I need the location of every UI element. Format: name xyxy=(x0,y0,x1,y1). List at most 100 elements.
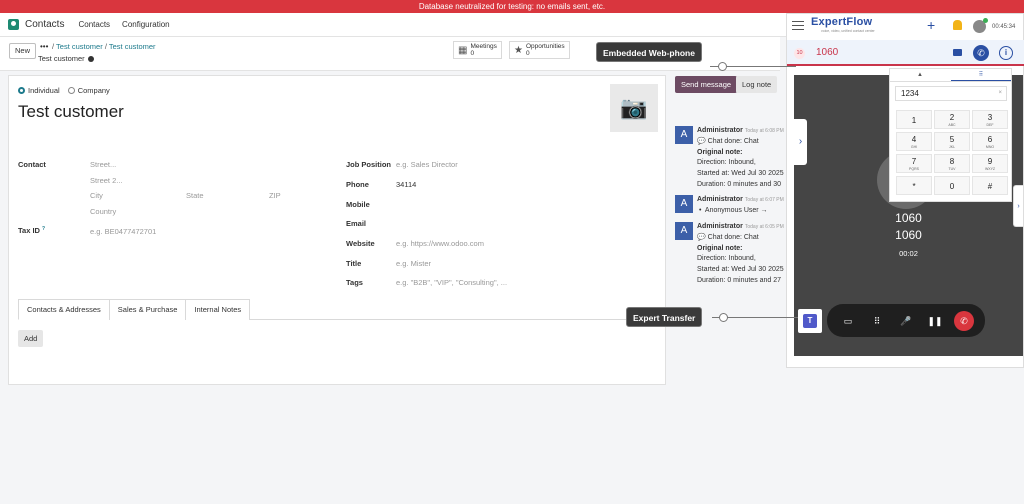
street2-input[interactable]: Street 2... xyxy=(90,176,123,185)
dial-key-letters: ABC xyxy=(948,123,956,127)
state-input[interactable]: State xyxy=(186,191,204,200)
tab-user-icon[interactable]: ▲ xyxy=(890,69,950,81)
title-label: Title xyxy=(346,259,362,268)
star-icon: ★ xyxy=(514,44,523,56)
breadcrumb: / Test customer / Test customer xyxy=(52,42,156,51)
record-name: Test customer xyxy=(38,54,94,63)
add-contact-button[interactable]: Add xyxy=(18,330,44,347)
info-icon[interactable]: i xyxy=(999,46,1013,60)
clear-icon[interactable]: × xyxy=(998,87,1002,100)
dial-key[interactable]: 6 MNO xyxy=(972,132,1008,151)
record-name-text: Test customer xyxy=(38,54,85,63)
dial-key[interactable]: # xyxy=(972,176,1008,195)
pause-icon[interactable]: ❚❚ xyxy=(925,311,945,331)
camera-icon[interactable]: 📷 xyxy=(610,84,658,132)
mobile-label: Mobile xyxy=(346,200,370,209)
breadcrumb-item-1[interactable]: Test customer xyxy=(56,42,103,51)
chevron-right-icon[interactable]: › xyxy=(794,119,807,165)
dial-key[interactable]: 7 PQRS xyxy=(896,154,932,173)
message-author[interactable]: Administrator xyxy=(697,196,743,203)
phone-input[interactable]: 34114 xyxy=(396,180,416,189)
screen-share-icon[interactable]: ▭ xyxy=(838,311,858,331)
avatar: A xyxy=(675,222,693,240)
opportunities-smart-button[interactable]: ★ Opportunities 0 xyxy=(509,41,570,59)
breadcrumb-item-2[interactable]: Test customer xyxy=(109,42,156,51)
help-icon[interactable]: ? xyxy=(42,226,45,232)
expertflow-tagline: voice, video, unified contact center xyxy=(821,29,875,33)
dial-key[interactable]: 3 DEF xyxy=(972,110,1008,129)
dial-key-digit: # xyxy=(987,182,993,191)
contact-name-field[interactable]: Test customer xyxy=(18,102,124,122)
gear-icon[interactable] xyxy=(87,56,94,63)
tab-internal-notes[interactable]: Internal Notes xyxy=(185,299,251,320)
message-author[interactable]: Administrator xyxy=(697,223,743,230)
street-input[interactable]: Street... xyxy=(90,160,116,169)
contact-form: Individual Company Test customer 📷 Conta… xyxy=(8,75,666,385)
job-position-label: Job Position xyxy=(346,160,391,169)
dial-key[interactable]: 2 ABC xyxy=(934,110,970,129)
dial-key-digit: 1 xyxy=(911,116,917,125)
message-line: Original note: xyxy=(697,244,743,252)
phone-icon[interactable]: ✆ xyxy=(973,45,989,61)
message-line: Duration: 0 minutes and 30 xyxy=(697,180,782,188)
taxid-input[interactable]: e.g. BE0477472701 xyxy=(90,227,156,236)
menu-icon[interactable] xyxy=(792,21,804,30)
callout-webphone: Embedded Web-phone xyxy=(596,42,702,62)
hangup-icon[interactable]: ✆ xyxy=(954,311,974,331)
message-line: Started at: Wed Jul 30 2025 xyxy=(697,170,784,178)
taxid-label: Tax ID ? xyxy=(18,226,45,235)
more-options-button[interactable]: ••• xyxy=(40,42,48,51)
calendar-icon: ▦ xyxy=(458,44,468,56)
keypad-icon[interactable]: ⠿ xyxy=(867,311,887,331)
city-input[interactable]: City xyxy=(90,191,103,200)
dial-key[interactable]: 0 xyxy=(934,176,970,195)
chevron-right-icon[interactable]: › xyxy=(1013,185,1023,227)
tab-dialpad-icon[interactable]: ⠿ xyxy=(951,69,1011,81)
add-icon[interactable]: + xyxy=(927,17,935,33)
expert-transfer-button[interactable]: T xyxy=(798,309,822,333)
send-message-button[interactable]: Send message xyxy=(675,76,738,93)
dial-key-letters: MNO xyxy=(985,145,995,149)
menu-configuration[interactable]: Configuration xyxy=(122,20,170,29)
bell-icon[interactable] xyxy=(953,20,962,30)
opportunities-label: Opportunities xyxy=(525,43,565,50)
radio-individual[interactable] xyxy=(18,87,25,94)
website-input[interactable]: e.g. https://www.odoo.com xyxy=(396,239,484,248)
user-status-icon[interactable] xyxy=(973,18,988,33)
meetings-smart-button[interactable]: ▦ Meetings 0 xyxy=(453,41,502,59)
menu-contacts[interactable]: Contacts xyxy=(78,20,110,29)
taxid-label-text: Tax ID xyxy=(18,226,40,235)
app-name[interactable]: Contacts xyxy=(25,19,64,30)
dial-key-digit: 2 xyxy=(949,113,955,122)
dial-key[interactable]: 5 JKL xyxy=(934,132,970,151)
new-button[interactable]: New xyxy=(9,43,37,59)
contacts-app-icon[interactable] xyxy=(8,19,19,30)
job-position-input[interactable]: e.g. Sales Director xyxy=(396,160,458,169)
message-line: Original note: xyxy=(697,148,743,156)
radio-company[interactable] xyxy=(67,87,75,94)
notebook-tabs: Contacts & Addresses Sales & Purchase In… xyxy=(18,299,658,320)
tab-sales-purchase[interactable]: Sales & Purchase xyxy=(108,299,187,320)
dial-key[interactable]: 8 TUV xyxy=(934,154,970,173)
active-call-number[interactable]: 1060 xyxy=(816,47,838,58)
zip-input[interactable]: ZIP xyxy=(269,191,281,200)
message-author[interactable]: Administrator xyxy=(697,127,743,134)
dial-input[interactable]: 1234 × xyxy=(895,86,1007,101)
log-note-button[interactable]: Log note xyxy=(736,76,778,93)
tags-label: Tags xyxy=(346,278,363,287)
contact-label: Contact xyxy=(18,160,46,169)
radio-company-label[interactable]: Company xyxy=(78,86,110,95)
dial-key[interactable]: 1 xyxy=(896,110,932,129)
country-input[interactable]: Country xyxy=(90,207,116,216)
chat-icon[interactable] xyxy=(953,49,962,56)
message-line: Direction: Inbound, xyxy=(697,255,756,263)
dial-key[interactable]: 4 GHI xyxy=(896,132,932,151)
call-control-bar: ▭ ⠿ 🎤 ❚❚ ✆ xyxy=(827,304,985,337)
tab-contacts-addresses[interactable]: Contacts & Addresses xyxy=(18,299,110,320)
tags-input[interactable]: e.g. "B2B", "VIP", "Consulting", ... xyxy=(396,278,507,287)
dial-key[interactable]: * xyxy=(896,176,932,195)
dial-key[interactable]: 9 WXYZ xyxy=(972,154,1008,173)
title-input[interactable]: e.g. Mister xyxy=(396,259,431,268)
radio-individual-label[interactable]: Individual xyxy=(28,86,60,95)
mic-icon[interactable]: 🎤 xyxy=(896,311,916,331)
